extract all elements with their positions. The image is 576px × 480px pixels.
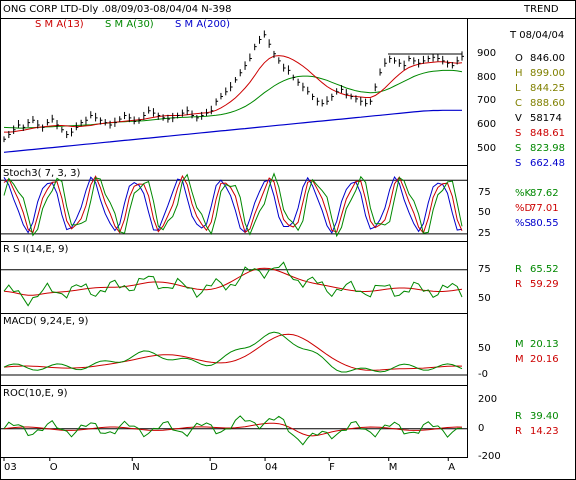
rsi-signal-value: 59.29 xyxy=(530,279,559,290)
ytick-label: -200 xyxy=(478,451,501,463)
stoch-k-line xyxy=(3,172,463,238)
rsi-r-key: R xyxy=(515,264,522,275)
ytick-label: 25 xyxy=(478,227,491,239)
price-ytick-label: 600 xyxy=(477,119,497,130)
ohlc-key: S xyxy=(515,158,522,169)
stoch-k-key: %K xyxy=(515,188,532,199)
ytick-label: 50 xyxy=(478,293,491,305)
rsi-signal-key: R xyxy=(515,279,522,290)
ohlc-key: S xyxy=(515,143,522,154)
price-ytick-label: 700 xyxy=(477,95,497,107)
stoch-s-key: %S xyxy=(515,218,531,229)
macd-title: MACD( 9,24,E, 9) xyxy=(3,316,89,327)
price-ytick-label: 500 xyxy=(477,142,497,154)
header-label: TREND xyxy=(524,4,559,15)
ohlc-value: 848.61 xyxy=(530,128,565,139)
ytick-label: 0 xyxy=(478,422,485,434)
legend-sma30: S M A(30) xyxy=(105,19,154,30)
rsi-panel-frame xyxy=(0,241,468,314)
rsi-signal-line xyxy=(3,267,463,296)
x-tick-label: 04 xyxy=(265,462,278,473)
roc-r-key: R xyxy=(515,411,522,422)
x-tick-label: N xyxy=(132,462,140,473)
ohlc-key: C xyxy=(515,98,522,109)
stoch-d-value: 77.01 xyxy=(530,203,559,214)
chart-title: ONG CORP LTD-Dly .08/09/03-08/04/04 N-39… xyxy=(3,4,232,15)
ytick-label: 75 xyxy=(478,186,491,198)
roc-title: ROC(10,E, 9) xyxy=(3,388,68,399)
ohlc-key: S xyxy=(515,128,522,139)
ohlc-value: 844.25 xyxy=(530,83,565,94)
price-panel-frame xyxy=(0,18,468,166)
x-tick-label: F xyxy=(329,462,335,473)
ohlc-value: 58174 xyxy=(530,113,562,124)
sma200-line xyxy=(3,109,462,153)
x-tick-label: D xyxy=(210,462,218,473)
ytick-label: 75 xyxy=(478,263,491,275)
roc-signal-key: R xyxy=(515,426,522,437)
rsi-title: R S I(14,E, 9) xyxy=(3,244,69,255)
macd-line xyxy=(3,331,463,373)
ytick-label: 50 xyxy=(478,342,491,354)
ohlc-value: 888.60 xyxy=(530,98,565,109)
macd-signal-line xyxy=(3,333,463,371)
x-tick-label: O xyxy=(49,462,58,473)
rsi-r-value: 65.52 xyxy=(530,264,559,275)
ohlc-key: H xyxy=(515,68,523,79)
legend-sma200: S M A(200) xyxy=(175,19,231,30)
macd-signal-key: M xyxy=(515,354,524,365)
stoch-title: Stoch3( 7, 3, 3) xyxy=(3,168,81,179)
ohlc-key: L xyxy=(515,83,521,94)
ohlc-value: 823.98 xyxy=(530,143,565,154)
macd-signal-value: 20.16 xyxy=(530,354,559,365)
ohlc-value: 846.00 xyxy=(530,53,565,64)
roc-r-value: 39.40 xyxy=(530,411,559,422)
x-tick-label: M xyxy=(388,462,398,473)
stoch-s-value: 80.55 xyxy=(530,218,559,229)
roc-panel-frame xyxy=(0,385,468,458)
roc-signal-value: 14.23 xyxy=(530,426,559,437)
x-tick-label: A xyxy=(448,462,456,473)
ohlc-value: 662.48 xyxy=(530,158,565,169)
ohlc-key: O xyxy=(515,53,523,64)
x-tick-label: 03 xyxy=(4,462,17,473)
ytick-label: -0 xyxy=(478,369,488,381)
ytick-label: 50 xyxy=(478,207,491,219)
sma13-line xyxy=(4,55,463,133)
price-ytick-label: 900 xyxy=(477,47,497,59)
ohlc-key: V xyxy=(515,113,522,124)
price-ytick-label: 800 xyxy=(477,71,497,83)
legend-sma13: S M A(13) xyxy=(35,19,84,30)
macd-m-value: 20.13 xyxy=(530,339,559,350)
stoch-k-value: 87.62 xyxy=(530,188,559,199)
rsi-line xyxy=(3,261,463,307)
ytick-label: 200 xyxy=(478,394,498,406)
ohlc-value: 899.00 xyxy=(530,68,565,79)
date-label: T 08/04/04 xyxy=(510,30,565,41)
macd-m-key: M xyxy=(515,339,524,350)
